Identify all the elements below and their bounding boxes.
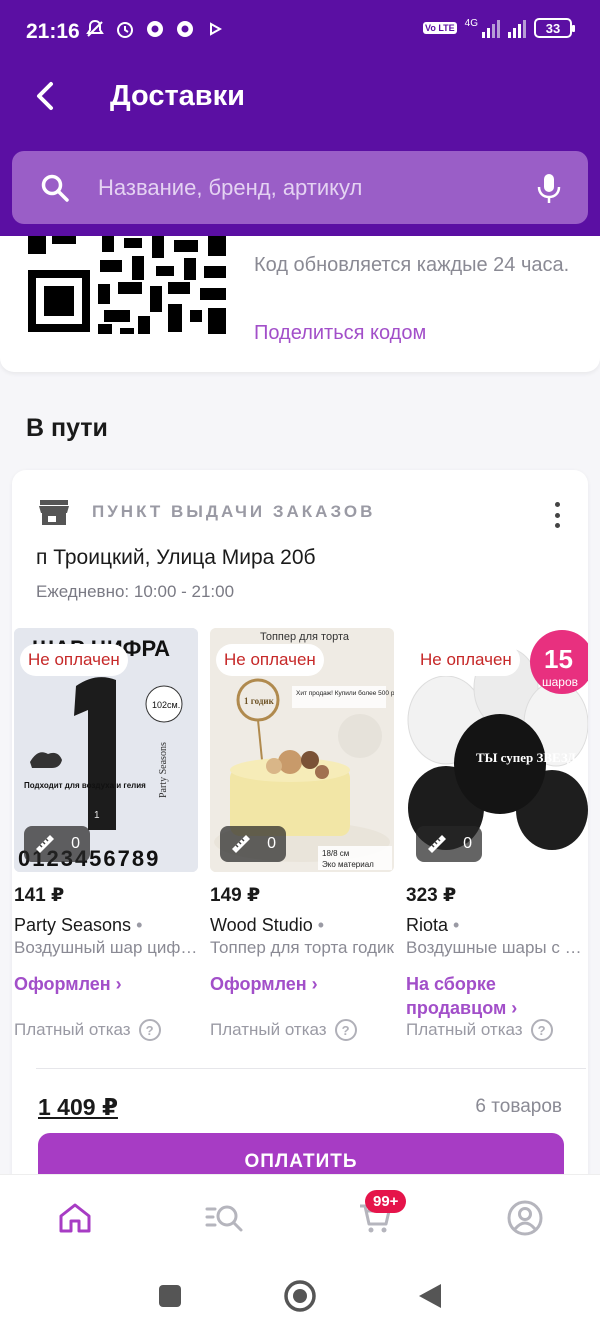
unpaid-badge: Не оплачен <box>216 644 324 676</box>
qr-code <box>28 236 226 336</box>
pickup-address: п Троицкий, Улица Мира 20б <box>36 546 316 569</box>
product-image[interactable]: Топпер для торта Хит продаж! Купили боле… <box>210 628 394 872</box>
svg-text:ТЫ супер ЗВЕЗДА: ТЫ супер ЗВЕЗДА <box>476 750 586 765</box>
status-time: 21:16 <box>26 20 80 43</box>
svg-text:Подходит для воздуха и гелия: Подходит для воздуха и гелия <box>24 781 146 790</box>
play-icon <box>204 18 226 40</box>
product-price: 323 ₽ <box>406 885 457 906</box>
svg-text:Топпер для торта: Топпер для торта <box>260 631 350 643</box>
product-brand: Wood Studio <box>210 915 313 935</box>
profile-icon <box>507 1200 543 1235</box>
ruler-icon <box>232 835 250 853</box>
paid-refusal-label: Платный отказ <box>14 1020 131 1039</box>
nav-catalog[interactable] <box>195 1188 255 1248</box>
product-name: Топпер для торта годик <box>210 938 394 957</box>
nav-cart[interactable]: 99+ <box>345 1188 407 1248</box>
back-button[interactable] <box>24 76 64 116</box>
order-status-link[interactable]: Оформлен › <box>210 972 394 996</box>
product-card[interactable]: Топпер для торта Хит продаж! Купили боле… <box>210 628 394 1048</box>
pickup-hours: Ежедневно: 10:00 - 21:00 <box>36 582 235 601</box>
order-total[interactable]: 1 409 ₽ <box>38 1094 118 1121</box>
search-icon <box>41 174 69 202</box>
back-nav-icon[interactable] <box>417 1282 443 1310</box>
unpaid-badge: Не оплачен <box>20 644 128 676</box>
chrome-icon <box>144 18 166 40</box>
app-header: Доставки Название, бренд, артикул <box>0 64 600 236</box>
product-card[interactable]: ШАР ЦИФРА 1 102см. Подходит для воздуха … <box>14 628 198 1048</box>
divider <box>36 1068 586 1069</box>
svg-text:шаров: шаров <box>542 675 578 689</box>
pickup-point-label: ПУНКТ ВЫДАЧИ ЗАКАЗОВ <box>92 502 376 521</box>
svg-text:1 годик: 1 годик <box>244 696 275 706</box>
share-code-link[interactable]: Поделиться кодом <box>254 322 426 345</box>
signal-icon <box>508 18 526 38</box>
product-brand: Riota <box>406 915 449 935</box>
catalog-search-icon <box>205 1205 243 1231</box>
chrome-icon <box>174 18 196 40</box>
size-chart-button[interactable]: 0 <box>220 826 286 862</box>
order-card: ПУНКТ ВЫДАЧИ ЗАКАЗОВ п Троицкий, Улица М… <box>12 470 588 1191</box>
svg-text:1: 1 <box>94 810 100 821</box>
paid-refusal-label: Платный отказ <box>210 1020 327 1039</box>
svg-text:Party Seasons: Party Seasons <box>158 742 169 798</box>
volte-icon: Vo LTE <box>422 22 457 34</box>
product-price: 141 ₽ <box>14 885 65 906</box>
svg-text:15: 15 <box>544 644 573 674</box>
product-image[interactable]: ТЫ супер ЗВЕЗДА 15 шаров Не оплачен 0 <box>406 628 588 872</box>
order-status-link[interactable]: Оформлен › <box>14 972 198 996</box>
battery-icon: 33 <box>534 18 575 38</box>
notifications-off-icon <box>84 18 106 40</box>
section-title: В пути <box>26 414 108 442</box>
svg-text:18/8 см: 18/8 см <box>322 849 349 858</box>
items-count: 6 товаров <box>475 1096 562 1117</box>
search-placeholder: Название, бренд, артикул <box>98 174 363 200</box>
size-chart-button[interactable]: 0 <box>416 826 482 862</box>
product-image[interactable]: ШАР ЦИФРА 1 102см. Подходит для воздуха … <box>14 628 198 872</box>
size-chart-button[interactable]: 0 <box>24 826 90 862</box>
microphone-icon[interactable] <box>536 172 562 204</box>
product-price: 149 ₽ <box>210 885 261 906</box>
product-name: Воздушный шар цифра <box>14 938 198 957</box>
home-icon <box>59 1203 91 1232</box>
ruler-icon <box>36 835 54 853</box>
product-name: Воздушные шары с надписями <box>406 938 588 957</box>
more-options-button[interactable] <box>546 498 568 532</box>
arrow-left-icon <box>37 82 53 110</box>
page-title: Доставки <box>110 80 245 112</box>
system-navigation-bar <box>0 1260 600 1332</box>
ruler-icon <box>428 835 446 853</box>
help-icon[interactable]: ? <box>138 1019 161 1041</box>
product-brand: Party Seasons <box>14 915 132 935</box>
store-icon <box>39 500 69 525</box>
unpaid-badge: Не оплачен <box>412 644 520 676</box>
signal-icon: 4G <box>465 18 500 38</box>
status-bar: 21:16 Vo LTE 4G 33 <box>0 0 600 64</box>
svg-text:Хит продаж! Купили более 500 р: Хит продаж! Купили более 500 раз <box>296 689 394 697</box>
help-icon[interactable]: ? <box>530 1019 553 1041</box>
recent-apps-icon[interactable] <box>157 1283 183 1309</box>
search-input[interactable]: Название, бренд, артикул <box>12 151 588 224</box>
qr-refresh-note: Код обновляется каждые 24 часа. <box>254 254 570 276</box>
bottom-navigation: 99+ <box>0 1174 600 1260</box>
alarm-icon <box>114 18 136 40</box>
help-icon[interactable]: ? <box>334 1019 357 1041</box>
cart-count-badge: 99+ <box>365 1189 407 1213</box>
product-list: ШАР ЦИФРА 1 102см. Подходит для воздуха … <box>14 628 588 1048</box>
svg-text:102см.: 102см. <box>152 700 180 710</box>
home-button-icon[interactable] <box>283 1279 317 1313</box>
nav-profile[interactable] <box>495 1188 555 1248</box>
paid-refusal-label: Платный отказ <box>406 1020 523 1039</box>
product-card[interactable]: ТЫ супер ЗВЕЗДА 15 шаров Не оплачен 0 32… <box>406 628 588 1048</box>
svg-text:Эко материал: Эко материал <box>322 860 374 869</box>
order-status-link[interactable]: На сборке продавцом › <box>406 972 566 1020</box>
nav-home[interactable] <box>45 1188 105 1248</box>
qr-code-card: Код обновляется каждые 24 часа. Поделить… <box>0 236 600 372</box>
